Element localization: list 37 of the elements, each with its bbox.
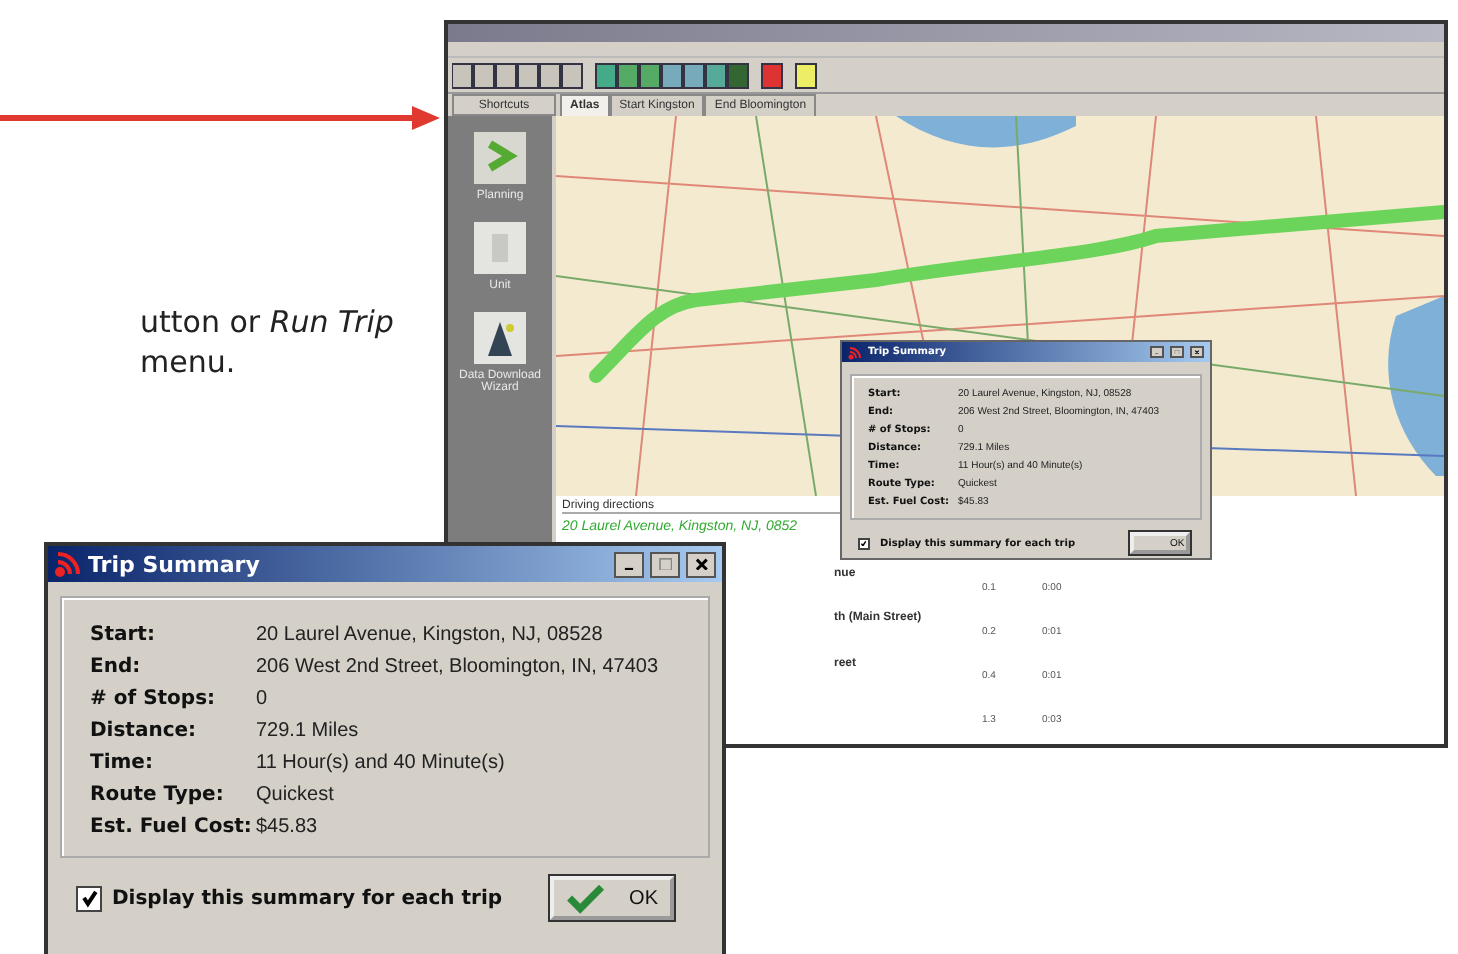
maximize-icon	[1174, 349, 1180, 355]
maximize-button[interactable]	[650, 551, 680, 577]
dialog-title: Trip Summary	[88, 551, 262, 577]
close-icon	[1194, 349, 1200, 355]
field-value: 206 West 2nd Street, Bloomington, IN, 47403	[256, 656, 661, 678]
caption-text: menu.	[140, 344, 236, 380]
device-icon	[474, 222, 526, 274]
ok-button[interactable]: OK	[550, 876, 674, 920]
close-button[interactable]	[1190, 346, 1204, 358]
close-button[interactable]	[686, 551, 716, 577]
check-icon	[860, 539, 868, 547]
field-label: Start:	[90, 624, 157, 646]
field-value: $45.83	[256, 816, 320, 838]
field-label: End:	[90, 656, 143, 678]
checkmark-icon	[566, 882, 606, 914]
field-label: Est. Fuel Cost:	[90, 816, 254, 838]
field-label: Distance:	[90, 720, 199, 742]
wizard-icon	[474, 312, 526, 364]
route-icon	[474, 132, 526, 184]
field-value: 20 Laurel Avenue, Kingston, NJ, 08528	[256, 624, 605, 646]
field-value: 729.1 Miles	[256, 720, 361, 742]
maximize-icon	[657, 557, 673, 571]
check-icon	[79, 888, 99, 908]
signal-icon	[848, 345, 862, 359]
caption-text: utton or Run Trip	[140, 304, 394, 340]
field-value: Quickest	[256, 784, 336, 806]
field-value: 0	[256, 688, 270, 710]
close-icon	[693, 557, 709, 571]
field-value: 11 Hour(s) and 40 Minute(s)	[256, 752, 507, 774]
field-label: Time:	[90, 752, 155, 774]
field-label: Route Type:	[90, 784, 226, 806]
minimize-button[interactable]	[614, 551, 644, 577]
minimize-button[interactable]	[1150, 346, 1164, 358]
field-label: # of Stops:	[90, 688, 218, 710]
signal-icon	[54, 550, 82, 578]
maximize-button[interactable]	[1170, 346, 1184, 358]
display-summary-checkbox[interactable]: Display this summary for each trip	[76, 885, 503, 911]
